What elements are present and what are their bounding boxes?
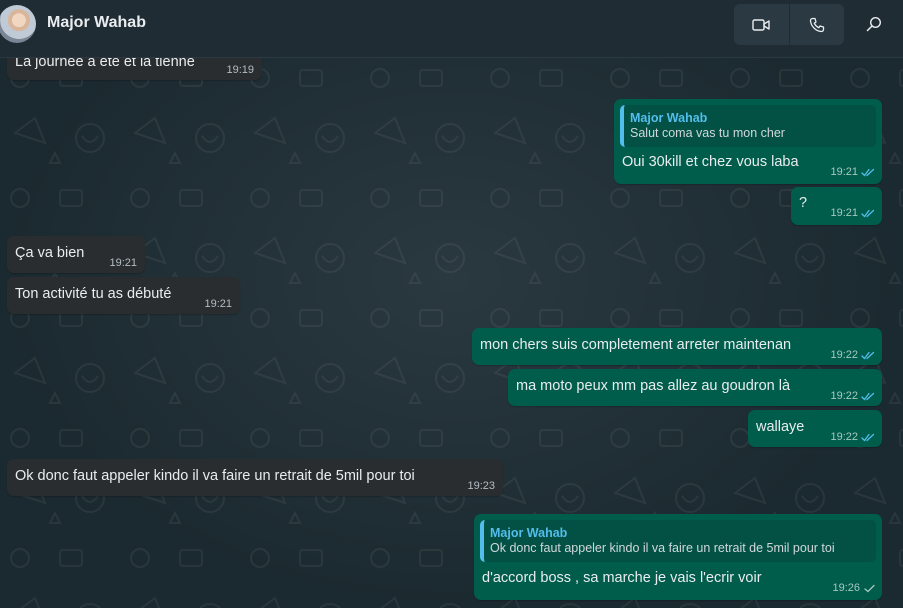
read-receipt-icon: [861, 168, 875, 177]
message-time: 19:26: [832, 582, 860, 594]
video-camera-icon: [752, 18, 770, 31]
message-bubble-outgoing[interactable]: Major Wahab Salut coma vas tu mon cher O…: [614, 99, 882, 184]
message-time: 19:21: [830, 166, 858, 178]
message-bubble-incoming[interactable]: Ton activité tu as débuté 19:21: [7, 277, 240, 314]
message-text: Ok donc faut appeler kindo il va faire u…: [15, 468, 415, 484]
read-receipt-icon: [861, 433, 875, 442]
sent-check-icon: [864, 584, 875, 593]
search-icon: [866, 16, 882, 32]
message-time: 19:23: [467, 480, 495, 492]
message-text: wallaye: [756, 419, 805, 435]
message-list[interactable]: La journée a été et la tienne 19:19 Majo…: [0, 58, 903, 608]
call-buttons: [734, 4, 844, 45]
message-text: mon chers suis completement arreter main…: [480, 337, 792, 353]
read-receipt-icon: [861, 209, 875, 218]
message-text: Oui 30kill et chez vous laba: [622, 154, 799, 170]
message-bubble-outgoing[interactable]: ma moto peux mm pas allez au goudron là …: [508, 369, 882, 406]
message-time: 19:21: [109, 257, 137, 269]
message-bubble-outgoing[interactable]: Major Wahab Ok donc faut appeler kindo i…: [474, 514, 882, 600]
message-text: d'accord boss , sa marche je vais l'ecri…: [482, 570, 762, 586]
quote-text: Salut coma vas tu mon cher: [630, 126, 785, 140]
message-bubble-incoming[interactable]: La journée a été et la tienne 19:19: [7, 58, 262, 80]
message-bubble-incoming[interactable]: Ça va bien 19:21: [7, 236, 145, 273]
message-time: 19:21: [830, 207, 858, 219]
message-text: Ça va bien: [15, 245, 85, 261]
message-bubble-outgoing[interactable]: mon chers suis completement arreter main…: [472, 328, 882, 365]
video-call-button[interactable]: [734, 4, 789, 45]
read-receipt-icon: [861, 351, 875, 360]
search-button[interactable]: [860, 10, 888, 38]
quote-author: Major Wahab: [490, 526, 568, 540]
message-bubble-incoming[interactable]: Ok donc faut appeler kindo il va faire u…: [7, 459, 503, 496]
message-bubble-outgoing[interactable]: wallaye 19:22: [748, 410, 882, 447]
message-text: La journée a été et la tienne: [15, 58, 195, 70]
voice-call-button[interactable]: [789, 4, 844, 45]
phone-icon: [809, 17, 824, 32]
message-time: 19:22: [830, 390, 858, 402]
message-bubble-outgoing[interactable]: ? 19:21: [791, 187, 882, 225]
message-text: ma moto peux mm pas allez au goudron là: [516, 378, 791, 394]
quoted-message[interactable]: Major Wahab Ok donc faut appeler kindo i…: [480, 520, 876, 562]
contact-avatar[interactable]: [0, 5, 36, 43]
message-time: 19:21: [204, 298, 232, 310]
quoted-message[interactable]: Major Wahab Salut coma vas tu mon cher: [620, 105, 876, 147]
quote-author: Major Wahab: [630, 111, 708, 125]
chat-header: Major Wahab: [0, 0, 903, 58]
message-time: 19:19: [226, 64, 254, 76]
quote-text: Ok donc faut appeler kindo il va faire u…: [490, 541, 835, 555]
contact-name[interactable]: Major Wahab: [47, 14, 146, 32]
message-time: 19:22: [830, 349, 858, 361]
read-receipt-icon: [861, 392, 875, 401]
message-text: Ton activité tu as débuté: [15, 286, 172, 302]
message-text: ?: [799, 195, 808, 211]
message-time: 19:22: [830, 431, 858, 443]
